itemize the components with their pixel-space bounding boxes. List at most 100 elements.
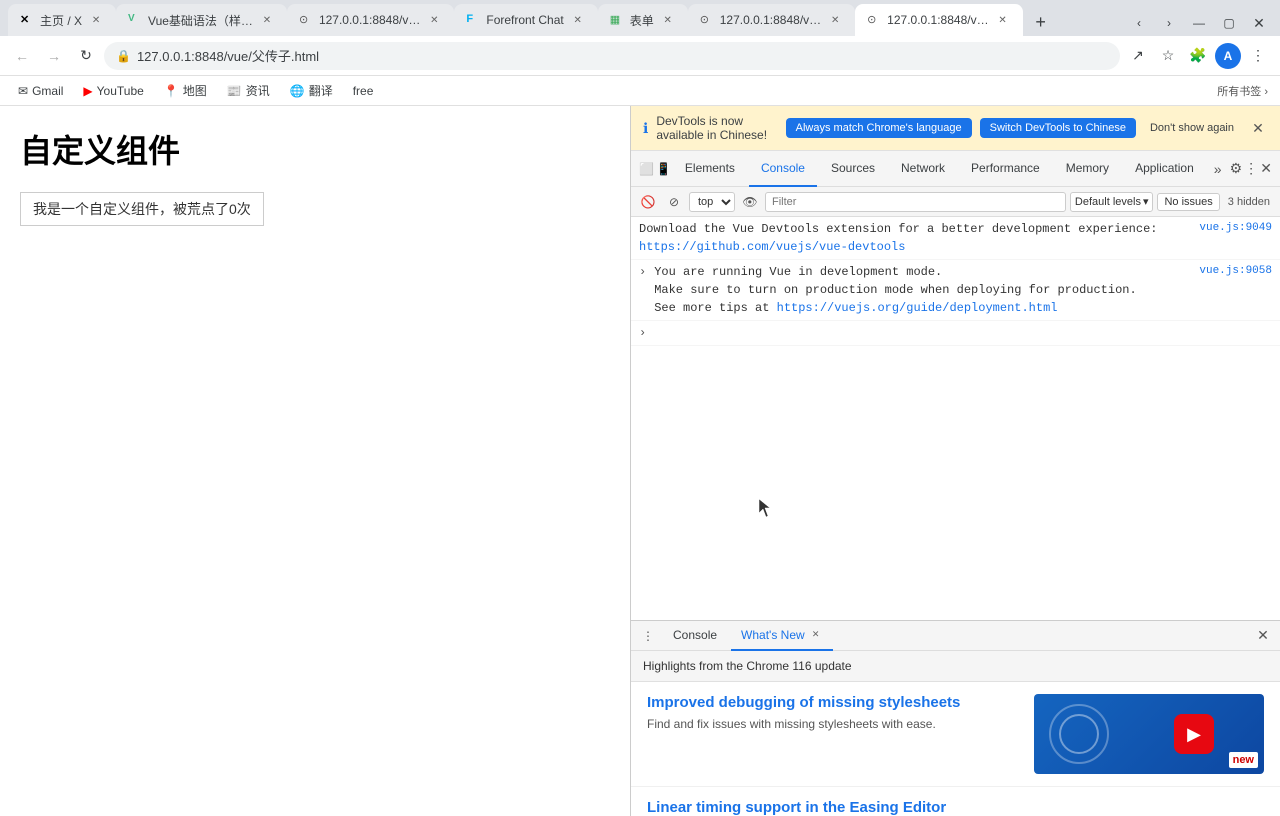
bookmark-free[interactable]: free bbox=[347, 82, 380, 100]
tab-1-close[interactable]: ✕ bbox=[88, 12, 104, 28]
back-button[interactable]: ← bbox=[8, 42, 36, 70]
devtools-dock-icon[interactable]: ⋮ bbox=[1244, 155, 1258, 183]
tab-controls: ‹ › — ▢ ✕ bbox=[1126, 10, 1272, 36]
whats-new-item-1-desc: Find and fix issues with missing stylesh… bbox=[647, 717, 1018, 731]
tab-3-close[interactable]: ✕ bbox=[426, 12, 442, 28]
devtools-eye-button[interactable]: 👁 bbox=[739, 191, 761, 213]
devtools-close-icon[interactable]: ✕ bbox=[1260, 155, 1272, 183]
console-link-2[interactable]: https://vuejs.org/guide/deployment.html bbox=[777, 301, 1058, 315]
bottom-tab-whats-new[interactable]: What's New ✕ bbox=[731, 621, 833, 651]
devtools-inspect-button[interactable]: ⬜ bbox=[639, 158, 654, 180]
tab-application[interactable]: Application bbox=[1123, 151, 1206, 187]
console-arrow-2[interactable]: › bbox=[639, 263, 646, 281]
console-source-1[interactable]: vue.js:9049 bbox=[1199, 220, 1272, 237]
custom-component-box[interactable]: 我是一个自定义组件，被荒点了0次 bbox=[20, 192, 264, 226]
tab-3-title: 127.0.0.1:8848/v… bbox=[319, 13, 420, 27]
forward-button[interactable]: → bbox=[40, 42, 68, 70]
new-tab-button[interactable]: + bbox=[1027, 8, 1055, 36]
minimize-button[interactable]: — bbox=[1186, 10, 1212, 36]
page-title: 自定义组件 bbox=[20, 126, 610, 172]
devtools-hidden-count: 3 hidden bbox=[1224, 194, 1274, 210]
devtools-bottom-drawer: ⋮ Console What's New ✕ ✕ Highlights from… bbox=[631, 620, 1280, 816]
devtools-bottom-close[interactable]: ✕ bbox=[1252, 625, 1274, 647]
bookmark-news[interactable]: 📰 资讯 bbox=[221, 80, 276, 101]
devtools-bottom-menu[interactable]: ⋮ bbox=[637, 625, 659, 647]
whats-new-thumbnail[interactable]: ▶ new bbox=[1034, 694, 1264, 774]
tab-elements[interactable]: Elements bbox=[673, 151, 747, 187]
tab-network[interactable]: Network bbox=[889, 151, 957, 187]
console-entry-2: › You are running Vue in development mod… bbox=[631, 260, 1280, 321]
devtools-device-button[interactable]: 📱 bbox=[656, 158, 671, 180]
youtube-play-button[interactable]: ▶ bbox=[1174, 714, 1214, 754]
context-select[interactable]: top bbox=[689, 192, 735, 212]
tab-1[interactable]: ✕ 主页 / X ✕ bbox=[8, 4, 116, 36]
tab-console[interactable]: Console bbox=[749, 151, 817, 187]
youtube-label: YouTube bbox=[97, 84, 144, 98]
bottom-whats-new-close[interactable]: ✕ bbox=[809, 628, 823, 642]
whats-new-item-1-title[interactable]: Improved debugging of missing stylesheet… bbox=[647, 694, 1018, 711]
console-arrow-3[interactable]: › bbox=[639, 324, 646, 342]
tab-3[interactable]: ⊙ 127.0.0.1:8848/v… ✕ bbox=[287, 4, 454, 36]
devtools-level-select[interactable]: Default levels ▾ bbox=[1070, 192, 1154, 212]
devtools-more-tabs[interactable]: » bbox=[1208, 151, 1228, 187]
maximize-button[interactable]: ▢ bbox=[1216, 10, 1242, 36]
bookmark-button[interactable]: ☆ bbox=[1154, 42, 1182, 70]
devtools-settings-icon[interactable]: ⚙ bbox=[1230, 155, 1243, 183]
close-button[interactable]: ✕ bbox=[1246, 10, 1272, 36]
bookmark-gmail[interactable]: ✉ Gmail bbox=[12, 82, 69, 100]
tab-7-close[interactable]: ✕ bbox=[995, 12, 1011, 28]
translate-label: 翻译 bbox=[309, 82, 333, 99]
tab-7[interactable]: ⊙ 127.0.0.1:8848/v… ✕ bbox=[855, 4, 1022, 36]
tab-2[interactable]: V Vue基础语法（样… ✕ bbox=[116, 4, 287, 36]
banner-match-language-button[interactable]: Always match Chrome's language bbox=[786, 118, 972, 138]
all-bookmarks[interactable]: 所有书签 › bbox=[1217, 83, 1268, 99]
menu-button[interactable]: ⋮ bbox=[1244, 42, 1272, 70]
tab-4-close[interactable]: ✕ bbox=[570, 12, 586, 28]
tab-5[interactable]: ▦ 表单 ✕ bbox=[598, 4, 688, 36]
banner-dont-show-button[interactable]: Don't show again bbox=[1144, 118, 1240, 138]
reload-button[interactable]: ↻ bbox=[72, 42, 100, 70]
tab-1-favicon: ✕ bbox=[20, 13, 34, 27]
whats-new-item-2-title[interactable]: Linear timing support in the Easing Edit… bbox=[647, 799, 1264, 816]
profile-button[interactable]: A bbox=[1214, 42, 1242, 70]
address-bar[interactable]: 🔒 127.0.0.1:8848/vue/父传子.html bbox=[104, 42, 1120, 70]
nav-right-buttons: ↗ ☆ 🧩 A ⋮ bbox=[1124, 42, 1272, 70]
tab-5-close[interactable]: ✕ bbox=[660, 12, 676, 28]
thumbnail-circle-inner bbox=[1059, 714, 1099, 754]
console-source-2[interactable]: vue.js:9058 bbox=[1199, 263, 1272, 280]
devtools-bottom-tabs: ⋮ Console What's New ✕ ✕ bbox=[631, 621, 1280, 651]
bookmark-youtube[interactable]: ▶ YouTube bbox=[77, 82, 149, 100]
tab-scroll-right[interactable]: › bbox=[1156, 10, 1182, 36]
gmail-icon: ✉ bbox=[18, 84, 28, 98]
devtools-panel: ℹ DevTools is now available in Chinese! … bbox=[630, 106, 1280, 816]
youtube-icon: ▶ bbox=[83, 84, 92, 98]
tab-performance[interactable]: Performance bbox=[959, 151, 1052, 187]
tab-4[interactable]: F Forefront Chat ✕ bbox=[454, 4, 597, 36]
devtools-console-clear[interactable]: 🚫 bbox=[637, 191, 659, 213]
tab-memory[interactable]: Memory bbox=[1054, 151, 1121, 187]
devtools-console-filter-toggle[interactable]: ⊘ bbox=[663, 191, 685, 213]
bookmark-map[interactable]: 📍 地图 bbox=[158, 80, 213, 101]
bottom-tab-console[interactable]: Console bbox=[663, 621, 727, 651]
tab-sources[interactable]: Sources bbox=[819, 151, 887, 187]
tab-6[interactable]: ⊙ 127.0.0.1:8848/v… ✕ bbox=[688, 4, 855, 36]
tab-6-favicon: ⊙ bbox=[700, 13, 714, 27]
tab-scroll-left[interactable]: ‹ bbox=[1126, 10, 1152, 36]
console-link-1[interactable]: https://github.com/vuejs/vue-devtools bbox=[639, 240, 905, 254]
map-icon: 📍 bbox=[164, 84, 179, 98]
whats-new-item-2: Linear timing support in the Easing Edit… bbox=[631, 787, 1280, 816]
whats-new-header: Highlights from the Chrome 116 update bbox=[631, 651, 1280, 682]
banner-close-button[interactable]: ✕ bbox=[1248, 118, 1268, 138]
devtools-filter-input[interactable] bbox=[765, 192, 1066, 212]
extensions-button[interactable]: 🧩 bbox=[1184, 42, 1212, 70]
content-area: 自定义组件 我是一个自定义组件，被荒点了0次 ℹ DevTools is now… bbox=[0, 106, 1280, 816]
banner-switch-language-button[interactable]: Switch DevTools to Chinese bbox=[980, 118, 1136, 138]
tab-6-close[interactable]: ✕ bbox=[827, 12, 843, 28]
page-share-button[interactable]: ↗ bbox=[1124, 42, 1152, 70]
tab-2-title: Vue基础语法（样… bbox=[148, 12, 253, 29]
tab-2-close[interactable]: ✕ bbox=[259, 12, 275, 28]
translate-icon: 🌐 bbox=[290, 84, 305, 98]
bookmark-translate[interactable]: 🌐 翻译 bbox=[284, 80, 339, 101]
bottom-console-label: Console bbox=[673, 628, 717, 642]
news-label: 资讯 bbox=[246, 82, 270, 99]
